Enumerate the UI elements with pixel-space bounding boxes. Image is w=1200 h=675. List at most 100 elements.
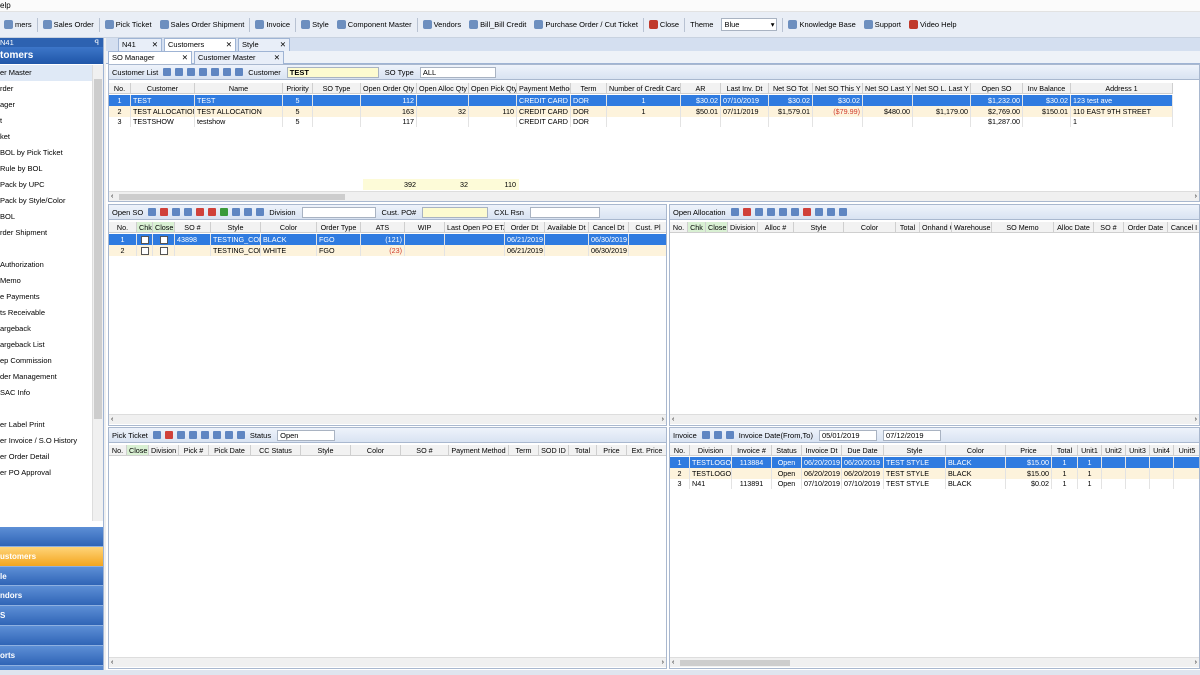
column-header[interactable]: SO Type bbox=[313, 83, 361, 94]
truck-icon[interactable] bbox=[200, 431, 209, 439]
column-header[interactable]: Unit5 bbox=[1174, 445, 1199, 456]
toolbar-knowledge-base[interactable]: Knowledge Base bbox=[784, 20, 859, 29]
sidebar-menu-item[interactable]: rder Shipment bbox=[0, 225, 92, 241]
column-header[interactable]: Chk bbox=[137, 222, 153, 233]
print-icon[interactable] bbox=[176, 431, 185, 439]
print-icon[interactable] bbox=[172, 208, 181, 216]
row-checkbox[interactable] bbox=[159, 246, 168, 255]
column-header[interactable]: Total bbox=[896, 222, 920, 233]
columns-icon[interactable] bbox=[244, 208, 253, 216]
column-header[interactable]: Net SO This Y bbox=[813, 83, 863, 94]
column-header[interactable]: Name bbox=[195, 83, 283, 94]
column-header[interactable]: Close bbox=[127, 445, 149, 456]
sidebar-menu-item[interactable]: Pack by Style/Color bbox=[0, 193, 92, 209]
column-header[interactable]: ATS bbox=[361, 222, 405, 233]
toolbar-customers[interactable]: mers bbox=[0, 20, 36, 29]
expand-icon[interactable] bbox=[256, 208, 265, 216]
row-checkbox[interactable] bbox=[140, 236, 149, 245]
column-header[interactable]: SO # bbox=[401, 445, 449, 456]
column-header[interactable]: Unit1 bbox=[1078, 445, 1102, 456]
sidebar-nav-item[interactable]: ustomers bbox=[0, 546, 103, 567]
sidebar-menu-item[interactable]: Pack by UPC bbox=[0, 177, 92, 193]
sidebar-nav-item[interactable]: S bbox=[0, 606, 103, 626]
column-header[interactable]: Payment Method bbox=[517, 83, 571, 94]
column-header[interactable]: Cancel I bbox=[1168, 222, 1199, 233]
column-header[interactable]: Payment Method bbox=[449, 445, 509, 456]
memo-icon[interactable] bbox=[790, 208, 799, 216]
new-icon[interactable] bbox=[175, 68, 184, 76]
column-header[interactable]: Close bbox=[153, 222, 175, 233]
column-header[interactable]: Open SO bbox=[971, 83, 1023, 94]
approve-icon[interactable] bbox=[802, 208, 811, 216]
column-header[interactable]: Due Date bbox=[842, 445, 884, 456]
sidebar-menu-item[interactable]: rder bbox=[0, 81, 92, 97]
toolbar-vendors[interactable]: Vendors bbox=[419, 20, 466, 29]
sidebar-scrollbar[interactable] bbox=[92, 65, 103, 521]
toolbar-invoice[interactable]: Invoice bbox=[251, 20, 294, 29]
toolbar-bill[interactable]: Bill_Bill Credit bbox=[465, 20, 530, 29]
column-header[interactable]: Order Dt bbox=[505, 222, 545, 233]
column-header[interactable]: Chk bbox=[688, 222, 706, 233]
sidebar-nav-item[interactable] bbox=[0, 625, 103, 646]
column-header[interactable]: Term bbox=[571, 83, 607, 94]
cust-po-input[interactable] bbox=[422, 206, 489, 218]
column-header[interactable]: Customer bbox=[131, 83, 195, 94]
sidebar-menu-item[interactable] bbox=[0, 401, 92, 417]
sidebar-nav-item[interactable]: orts bbox=[0, 645, 103, 666]
toolbar-so-shipment[interactable]: Sales Order Shipment bbox=[156, 20, 249, 29]
column-header[interactable]: Cust. Pl bbox=[629, 222, 666, 233]
column-header[interactable]: Color bbox=[946, 445, 1006, 456]
column-header[interactable]: Open Pick Qty bbox=[469, 83, 517, 94]
toolbar-support[interactable]: Support bbox=[860, 20, 905, 29]
sidebar-menu-item[interactable]: er PO Approval bbox=[0, 465, 92, 481]
sidebar-menu-item[interactable]: t bbox=[0, 113, 92, 129]
column-header[interactable]: Alloc # bbox=[758, 222, 794, 233]
delete-icon[interactable] bbox=[164, 431, 173, 439]
sidebar-menu-item[interactable]: argeback bbox=[0, 321, 92, 337]
sidebar-menu-item[interactable]: Authorization bbox=[0, 257, 92, 273]
sidebar-menu-item[interactable]: ager bbox=[0, 97, 92, 113]
settings-icon[interactable] bbox=[814, 208, 823, 216]
column-header[interactable]: Address 1 bbox=[1071, 83, 1173, 94]
row-checkbox[interactable] bbox=[140, 246, 149, 255]
invoice-date-to[interactable]: 07/12/2019 bbox=[882, 429, 941, 441]
column-header[interactable]: No. bbox=[109, 83, 131, 94]
sidebar-menu-item[interactable]: BOL by Pick Ticket bbox=[0, 145, 92, 161]
column-header[interactable]: Open Order Qty bbox=[361, 83, 417, 94]
column-header[interactable]: Status bbox=[772, 445, 802, 456]
tab-so-manager[interactable]: SO Manager ✕ bbox=[108, 51, 192, 64]
column-header[interactable]: Order Type bbox=[317, 222, 361, 233]
tab-customer-master[interactable]: Customer Master ✕ bbox=[194, 51, 284, 64]
close-icon[interactable]: ✕ bbox=[226, 39, 232, 51]
column-header[interactable]: Division bbox=[690, 445, 732, 456]
sidebar-menu-item[interactable]: BOL bbox=[0, 209, 92, 225]
invoice-scrollbar[interactable]: ‹ › bbox=[670, 657, 1199, 667]
settings-icon[interactable] bbox=[235, 68, 244, 76]
column-header[interactable]: Style bbox=[301, 445, 351, 456]
customer-filter-input[interactable]: TEST bbox=[286, 66, 379, 78]
column-header[interactable]: No. bbox=[109, 445, 127, 456]
column-header[interactable]: Division bbox=[728, 222, 758, 233]
column-header[interactable]: Term bbox=[509, 445, 539, 456]
customer-grid-scrollbar[interactable]: ‹ › bbox=[109, 191, 1199, 201]
column-header[interactable]: Unit3 bbox=[1126, 445, 1150, 456]
column-header[interactable]: Price bbox=[597, 445, 627, 456]
sidebar-nav-item[interactable]: ndors bbox=[0, 586, 103, 607]
scroll-left-icon[interactable]: ‹ bbox=[111, 192, 113, 201]
sidebar-menu-item[interactable] bbox=[0, 241, 92, 257]
column-header[interactable]: SO # bbox=[175, 222, 211, 233]
column-header[interactable]: Priority bbox=[283, 83, 313, 94]
column-header[interactable]: Unit4 bbox=[1150, 445, 1174, 456]
column-header[interactable]: Net SO L. Last Y bbox=[913, 83, 971, 94]
sidebar-menu-item[interactable]: er Master bbox=[0, 65, 92, 81]
column-header[interactable]: Last Inv. Dt bbox=[721, 83, 769, 94]
theme-select[interactable]: Blue ▾ bbox=[721, 18, 778, 31]
close-icon[interactable]: ✕ bbox=[280, 39, 286, 51]
print-icon[interactable] bbox=[184, 208, 193, 216]
new-icon[interactable] bbox=[148, 208, 157, 216]
expand-icon[interactable] bbox=[838, 208, 847, 216]
column-header[interactable]: No. bbox=[670, 222, 688, 233]
delete-icon[interactable] bbox=[742, 208, 751, 216]
menu-help[interactable]: elp bbox=[0, 1, 11, 10]
column-header[interactable]: Invoice # bbox=[732, 445, 772, 456]
